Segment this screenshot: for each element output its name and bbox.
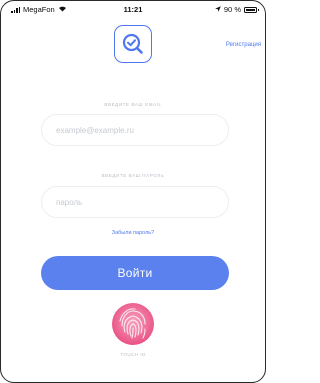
email-field-wrapper — [41, 114, 229, 146]
magnifier-check-icon — [122, 33, 143, 54]
email-label: ВВЕДИТЕ ВАШ EMAIL — [104, 102, 162, 107]
login-button[interactable]: Войти — [41, 256, 229, 290]
battery-icon — [244, 6, 259, 13]
fingerprint-icon[interactable] — [111, 302, 155, 346]
password-label: ВВЕДИТЕ ВАШ ПАРОЛЬ — [101, 173, 165, 178]
password-field-wrapper — [41, 186, 229, 218]
phone-screen: MegaFon 11:21 90 % Регистрация ВВЕДИТЕ В… — [0, 0, 266, 383]
location-arrow-icon — [215, 5, 221, 14]
password-field[interactable] — [42, 187, 228, 217]
status-right: 90 % — [215, 5, 259, 14]
forgot-password-link[interactable]: Забыли пароль? — [1, 230, 265, 236]
register-link[interactable]: Регистрация — [226, 42, 261, 48]
battery-percent: 90 % — [223, 5, 241, 14]
touch-id-label: TOUCH ID — [120, 352, 146, 357]
email-field[interactable] — [42, 115, 228, 145]
app-logo — [114, 25, 152, 63]
status-bar: MegaFon 11:21 90 % — [1, 1, 265, 19]
